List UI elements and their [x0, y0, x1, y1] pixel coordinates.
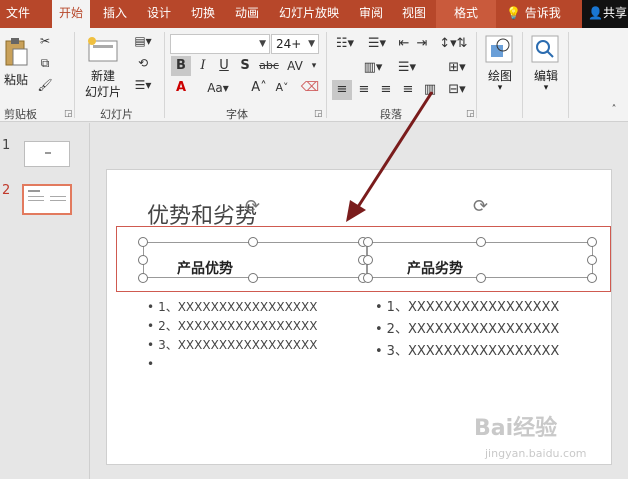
watermark-url: jingyan.baidu.com [485, 447, 587, 460]
watermark: Bai经验 [474, 416, 558, 441]
annotation-arrow-icon [346, 91, 434, 222]
